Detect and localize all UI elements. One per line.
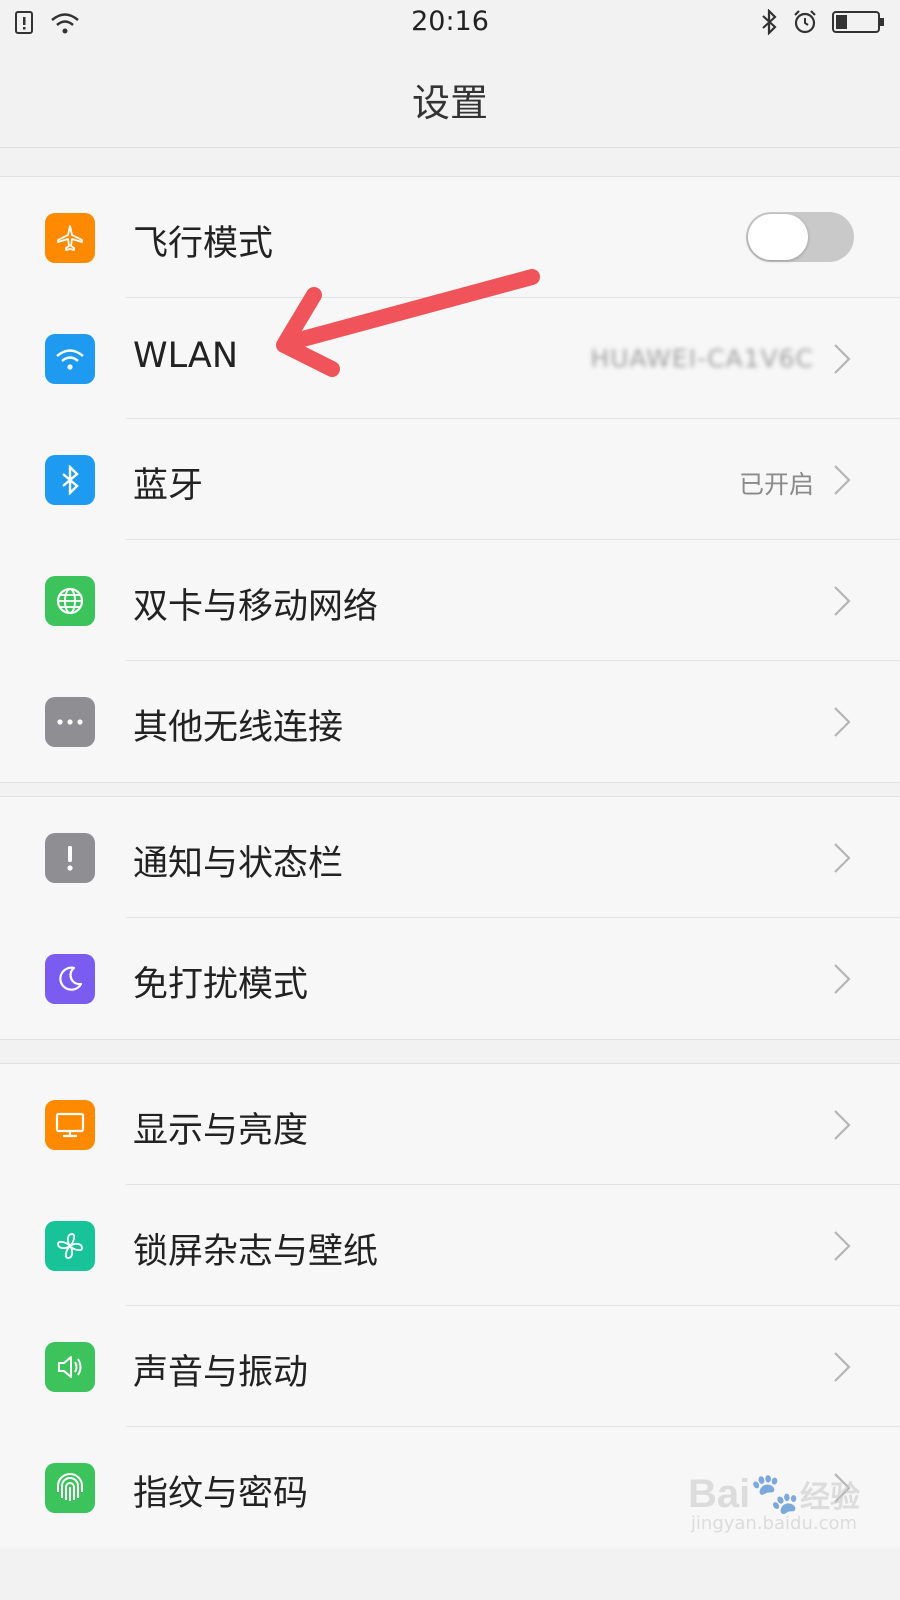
- settings-item-label: 免打扰模式: [133, 965, 309, 1005]
- wifi-icon: [45, 334, 95, 384]
- more-icon: [45, 697, 95, 747]
- globe-icon: [45, 576, 95, 626]
- settings-item-label: 双卡与移动网络: [133, 587, 379, 627]
- settings-item-other-wireless[interactable]: 其他无线连接: [0, 661, 900, 782]
- settings-item-display-brightness[interactable]: 显示与亮度: [0, 1064, 900, 1185]
- chevron-right-icon: [834, 586, 851, 616]
- settings-item-notifications-status-bar[interactable]: 通知与状态栏: [0, 797, 900, 918]
- airplane-mode-toggle[interactable]: [746, 212, 854, 262]
- chevron-right-icon: [834, 964, 851, 994]
- settings-item-airplane-mode[interactable]: 飞行模式: [0, 177, 900, 298]
- watermark-brand: Bai: [687, 1472, 751, 1516]
- toggle-knob: [748, 214, 808, 260]
- settings-item-label: 锁屏杂志与壁纸: [133, 1232, 379, 1272]
- settings-item-label: WLAN: [133, 336, 239, 376]
- settings-item-lockscreen-wallpaper[interactable]: 锁屏杂志与壁纸: [0, 1185, 900, 1306]
- settings-item-label: 显示与亮度: [133, 1111, 309, 1151]
- settings-item-label: 其他无线连接: [133, 708, 344, 748]
- chevron-right-icon: [834, 1110, 851, 1140]
- bluetooth-status: 已开启: [738, 470, 814, 499]
- chevron-right-icon: [834, 1231, 851, 1261]
- settings-item-dual-sim-mobile-network[interactable]: 双卡与移动网络: [0, 540, 900, 661]
- settings-item-label: 飞行模式: [133, 224, 274, 264]
- exclamation-icon: [45, 833, 95, 883]
- settings-item-sound-vibration[interactable]: 声音与振动: [0, 1306, 900, 1427]
- page-title: 设置: [411, 81, 488, 125]
- settings-group-connectivity: 飞行模式 WLAN HUAWEI-CA1V6C 蓝牙 已开启 双卡与移动网络 其…: [0, 176, 900, 783]
- settings-item-label: 声音与振动: [133, 1353, 309, 1393]
- fingerprint-icon: [45, 1463, 95, 1513]
- bluetooth-icon: [760, 8, 778, 39]
- status-bar: 20:16: [0, 0, 900, 48]
- settings-item-wlan[interactable]: WLAN HUAWEI-CA1V6C: [0, 298, 900, 419]
- settings-item-label: 蓝牙: [133, 466, 204, 506]
- chevron-right-icon: [834, 344, 851, 374]
- chevron-right-icon: [834, 1352, 851, 1382]
- moon-icon: [45, 954, 95, 1004]
- title-bar: 设置: [0, 48, 900, 148]
- chevron-right-icon: [834, 465, 851, 495]
- pinwheel-icon: [45, 1221, 95, 1271]
- settings-item-do-not-disturb[interactable]: 免打扰模式: [0, 918, 900, 1039]
- settings-item-bluetooth[interactable]: 蓝牙 已开启: [0, 419, 900, 540]
- settings-item-label: 通知与状态栏: [133, 844, 344, 884]
- speaker-icon: [45, 1342, 95, 1392]
- settings-item-label: 指纹与密码: [133, 1474, 309, 1514]
- baidu-jingyan-watermark: Bai🐾经验 jingyan.baidu.com: [688, 1470, 860, 1534]
- wlan-network-name: HUAWEI-CA1V6C: [590, 344, 814, 373]
- watermark-url: jingyan.baidu.com: [690, 1513, 858, 1534]
- chevron-right-icon: [834, 843, 851, 873]
- alarm-icon: [792, 9, 818, 39]
- airplane-icon: [45, 213, 95, 263]
- chevron-right-icon: [834, 707, 851, 737]
- settings-group-notifications: 通知与状态栏 免打扰模式: [0, 796, 900, 1040]
- watermark-brand-zh: 经验: [800, 1481, 860, 1514]
- bluetooth-icon: [45, 455, 95, 505]
- monitor-icon: [45, 1100, 95, 1150]
- battery-icon: [832, 10, 886, 38]
- paw-icon: 🐾: [750, 1472, 800, 1516]
